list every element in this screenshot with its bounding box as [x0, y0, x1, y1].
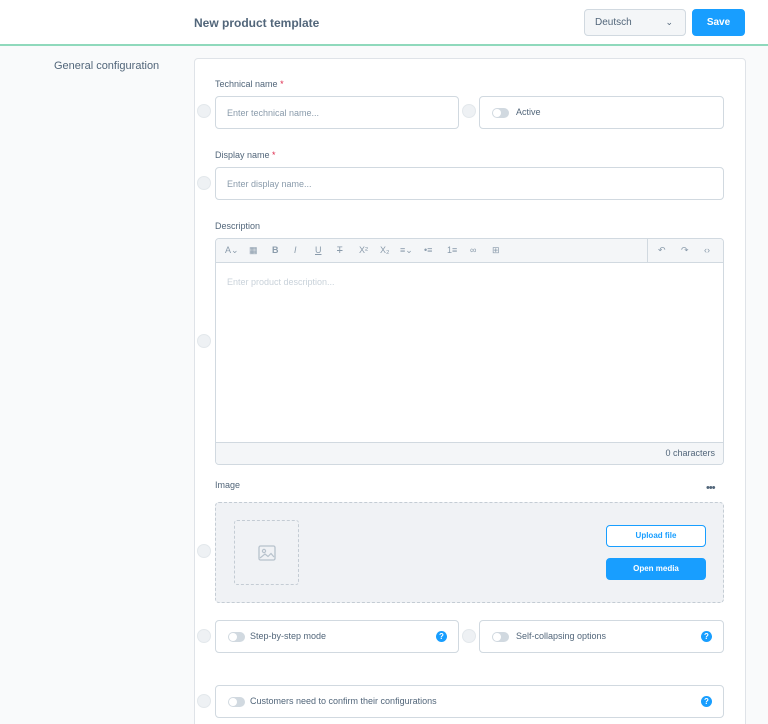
image-upload-area[interactable]: Upload file Open media	[215, 502, 724, 603]
align-icon[interactable]: ≡⌄	[400, 245, 413, 256]
inheritance-icon[interactable]	[462, 629, 476, 643]
active-toggle-box: Active	[479, 96, 724, 129]
code-view-icon[interactable]: ‹›	[704, 245, 710, 255]
inheritance-icon[interactable]	[197, 694, 211, 708]
display-name-label-text: Display name	[215, 150, 270, 160]
save-button[interactable]: Save	[692, 9, 745, 36]
active-toggle[interactable]	[492, 108, 509, 118]
redo-icon[interactable]: ↷	[681, 245, 689, 256]
bold-icon[interactable]: B	[272, 245, 279, 255]
active-label: Active	[516, 107, 541, 117]
image-icon	[258, 545, 276, 561]
technical-name-input[interactable]: Enter technical name...	[215, 96, 459, 129]
open-media-button[interactable]: Open media	[606, 558, 706, 580]
underline-icon[interactable]: U	[315, 245, 322, 255]
self-collapsing-box: Self-collapsing options ?	[479, 620, 724, 653]
description-editor[interactable]: A⌄ ▦ B I U T X² X₂ ≡⌄ •≡ 1≡ ∞ ⊞ ↶ ↷ ‹› E…	[215, 238, 724, 465]
clear-format-icon[interactable]: ▦	[249, 245, 258, 256]
inheritance-icon[interactable]	[197, 544, 211, 558]
step-by-step-toggle[interactable]	[228, 632, 245, 642]
inheritance-icon[interactable]	[462, 104, 476, 118]
character-count: 0 characters	[665, 448, 715, 458]
undo-icon[interactable]: ↶	[658, 245, 666, 256]
link-icon[interactable]: ∞	[470, 245, 476, 255]
technical-name-label-text: Technical name	[215, 79, 278, 89]
help-icon[interactable]: ?	[701, 696, 712, 707]
more-options-icon[interactable]: •••	[706, 482, 716, 494]
strikethrough-icon[interactable]: T	[337, 245, 343, 255]
required-mark: *	[272, 150, 276, 160]
editor-toolbar: A⌄ ▦ B I U T X² X₂ ≡⌄ •≡ 1≡ ∞ ⊞ ↶ ↷ ‹›	[216, 239, 723, 263]
description-placeholder: Enter product description...	[227, 277, 335, 287]
help-icon[interactable]: ?	[436, 631, 447, 642]
table-icon[interactable]: ⊞	[492, 245, 500, 256]
inheritance-icon[interactable]	[197, 176, 211, 190]
inheritance-icon[interactable]	[197, 629, 211, 643]
confirm-configurations-label: Customers need to confirm their configur…	[250, 696, 437, 706]
self-collapsing-toggle[interactable]	[492, 632, 509, 642]
ordered-list-icon[interactable]: 1≡	[447, 245, 457, 255]
self-collapsing-label: Self-collapsing options	[516, 631, 607, 641]
step-by-step-label: Step-by-step mode	[250, 631, 327, 641]
language-select[interactable]: Deutsch ⌄	[584, 9, 686, 36]
display-name-label: Display name *	[215, 150, 276, 160]
inheritance-icon[interactable]	[197, 334, 211, 348]
toolbar-divider	[647, 239, 648, 263]
superscript-icon[interactable]: X²	[359, 245, 368, 255]
chevron-down-icon: ⌄	[665, 17, 673, 27]
language-select-value: Deutsch	[595, 17, 632, 28]
inheritance-icon[interactable]	[197, 104, 211, 118]
page-title: New product template	[194, 16, 320, 30]
help-icon[interactable]: ?	[701, 631, 712, 642]
technical-name-label: Technical name *	[215, 79, 284, 89]
upload-file-button[interactable]: Upload file	[606, 525, 706, 547]
top-bar: New product template Deutsch ⌄ Save	[0, 0, 768, 46]
section-title: General configuration	[54, 60, 160, 72]
confirm-configurations-box: Customers need to confirm their configur…	[215, 685, 724, 718]
editor-footer: 0 characters	[216, 442, 723, 464]
image-preview-placeholder	[234, 520, 299, 585]
italic-icon[interactable]: I	[294, 245, 297, 255]
step-by-step-box: Step-by-step mode ?	[215, 620, 459, 653]
required-mark: *	[280, 79, 284, 89]
confirm-configurations-toggle[interactable]	[228, 697, 245, 707]
text-style-icon[interactable]: A⌄	[225, 245, 239, 256]
description-label: Description	[215, 221, 261, 231]
subscript-icon[interactable]: X₂	[380, 245, 390, 255]
image-label: Image	[215, 480, 241, 490]
display-name-input[interactable]: Enter display name...	[215, 167, 724, 200]
unordered-list-icon[interactable]: •≡	[424, 245, 432, 255]
